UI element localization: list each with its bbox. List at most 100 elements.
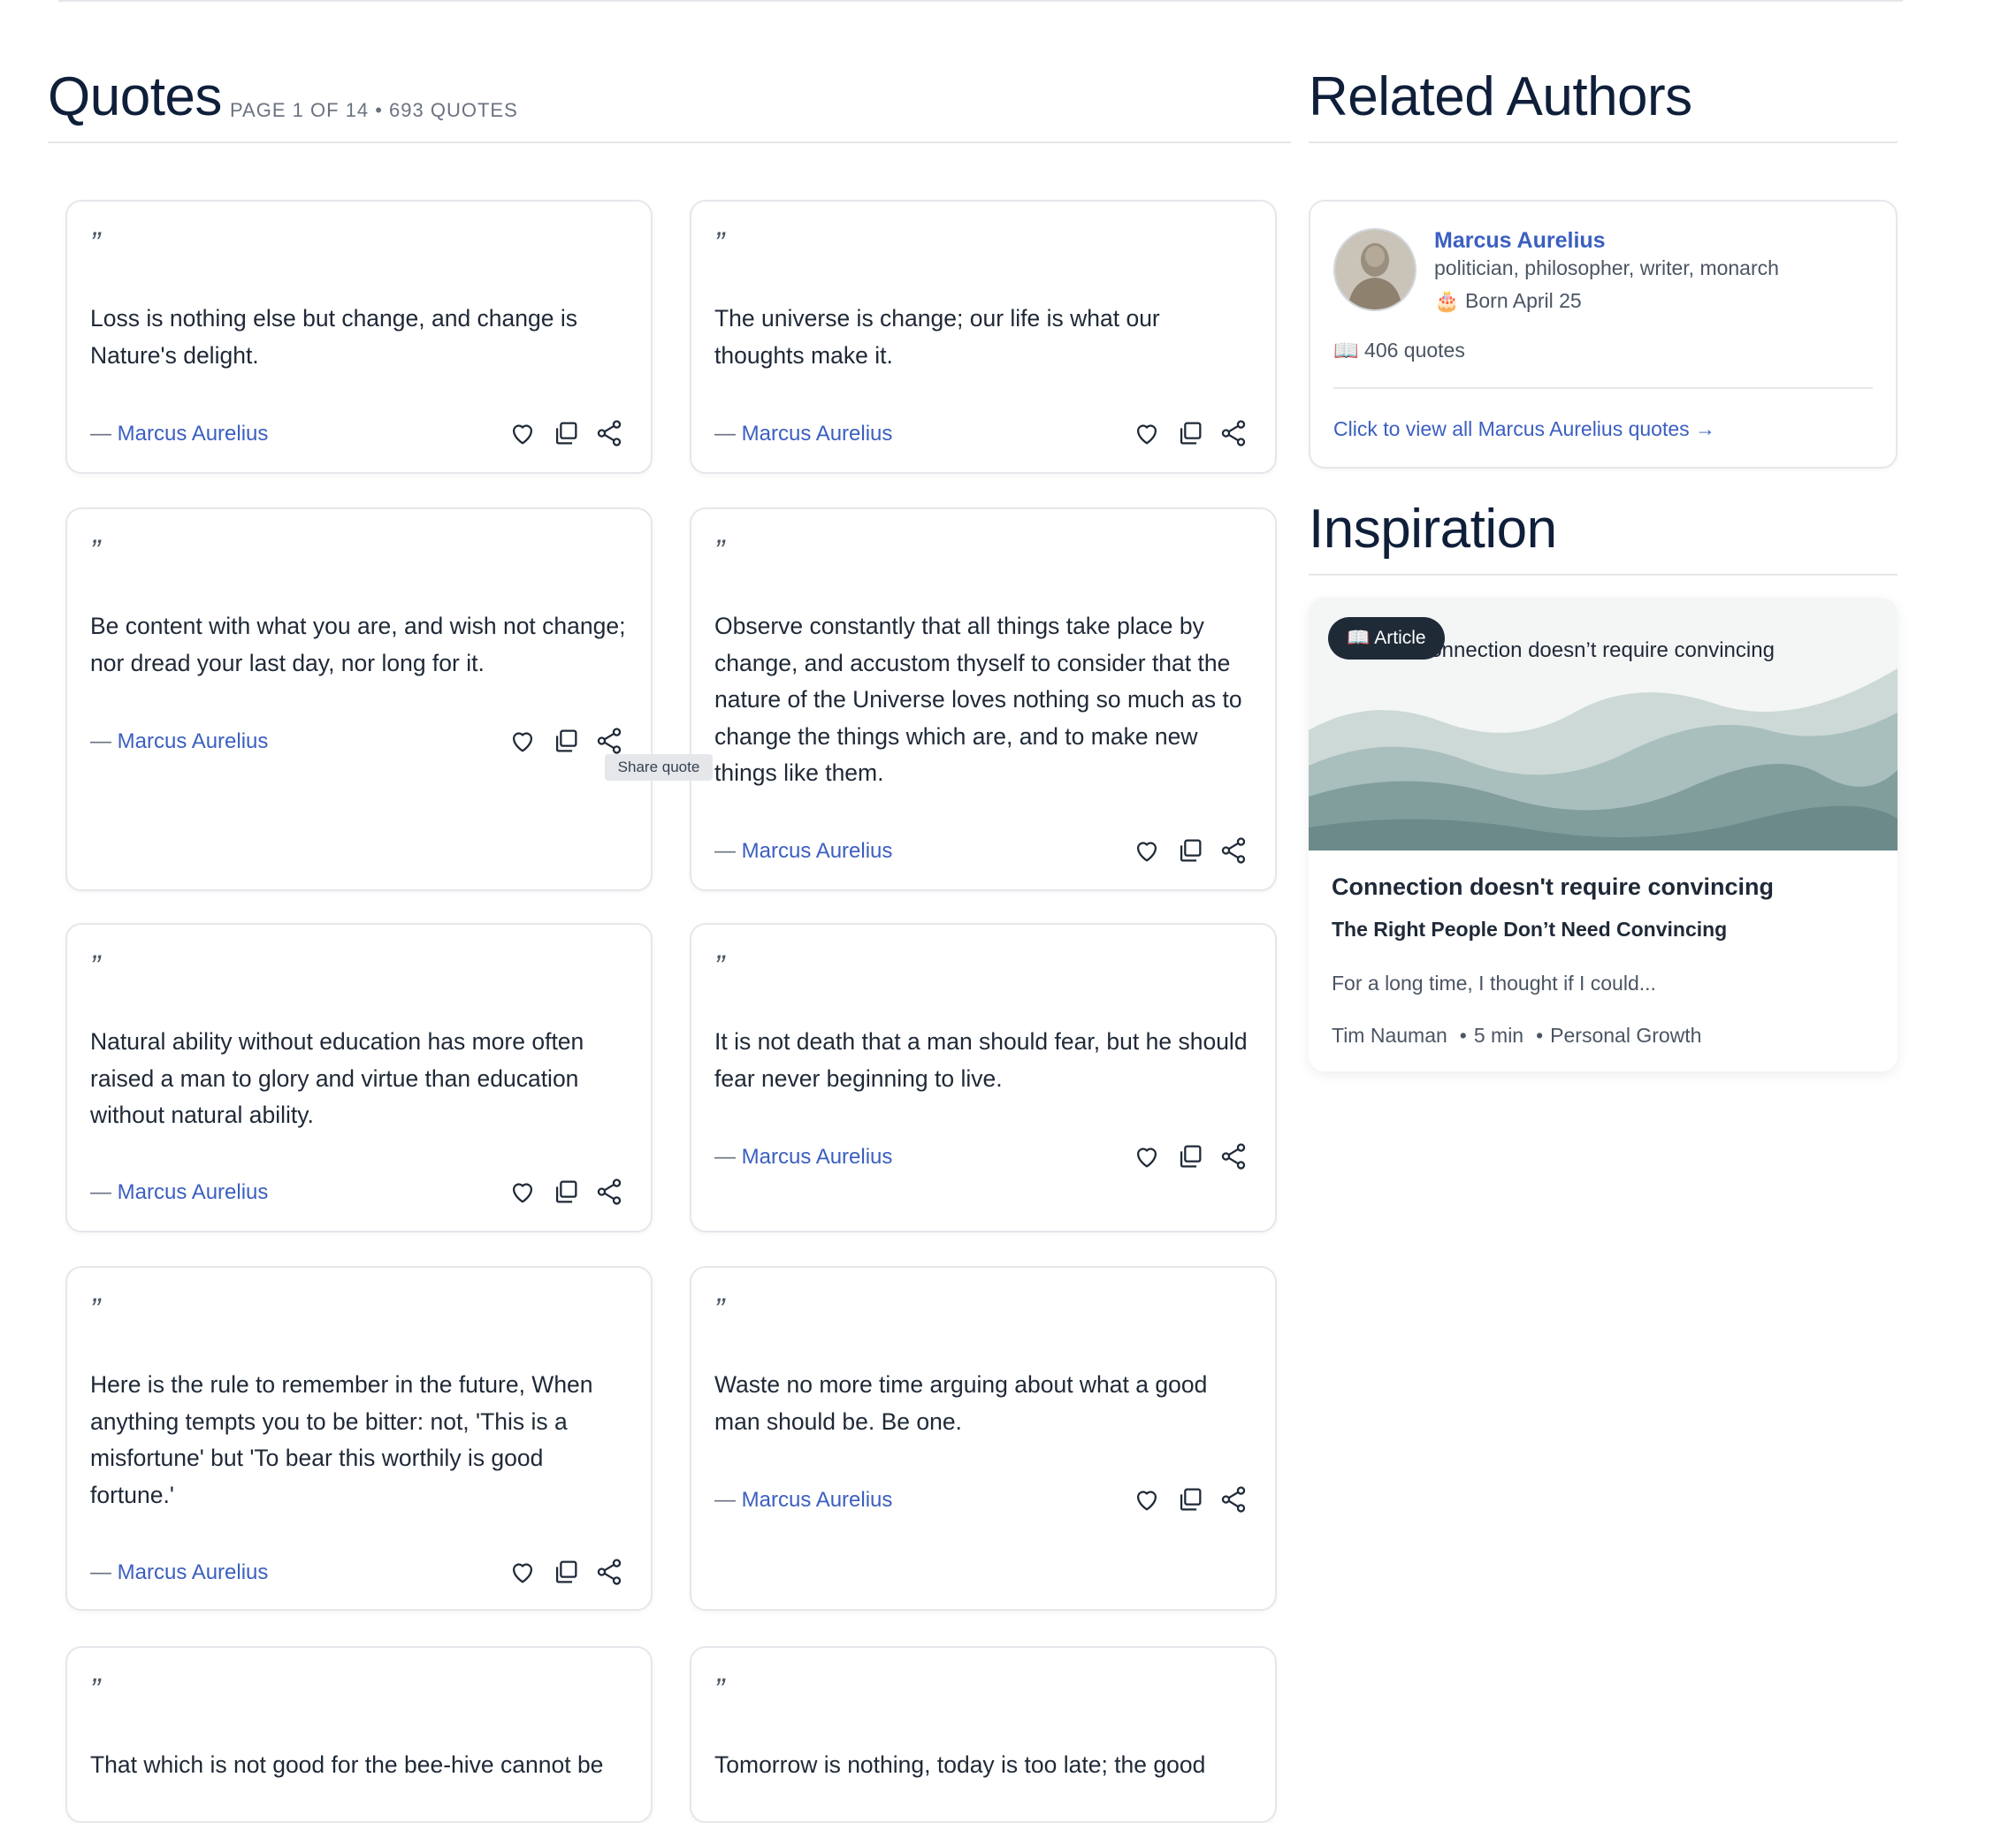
quote-mark-icon: ”	[714, 950, 725, 983]
quote-author-link[interactable]: — Marcus Aurelius	[90, 1560, 268, 1585]
article-excerpt: For a long time, I thought if I could...	[1332, 972, 1656, 995]
quote-text: Here is the rule to remember in the futu…	[90, 1371, 593, 1508]
quote-footer: — Marcus Aurelius	[714, 1483, 1252, 1518]
quote-author-link[interactable]: — Marcus Aurelius	[90, 729, 268, 754]
quote-footer: — Marcus Aurelius	[90, 1555, 628, 1590]
quote-mark-icon: ”	[90, 1673, 101, 1706]
quote-footer: — Marcus Aurelius	[90, 416, 628, 452]
copy-button[interactable]	[1175, 418, 1205, 448]
article-card[interactable]: Connection doesn’t require convincing 📖 …	[1309, 598, 1898, 1072]
share-button[interactable]	[594, 418, 624, 448]
quote-text: Be content with what you are, and wish n…	[90, 613, 626, 676]
quote-author-link[interactable]: — Marcus Aurelius	[90, 1180, 268, 1205]
quote-footer: — Marcus Aurelius	[714, 416, 1252, 452]
quote-text: The universe is change; our life is what…	[714, 305, 1160, 369]
quote-mark-icon: ”	[90, 226, 101, 260]
copy-button[interactable]	[1175, 1484, 1205, 1514]
quote-actions	[1128, 416, 1252, 452]
quote-author-link[interactable]: — Marcus Aurelius	[90, 422, 268, 446]
quote-actions	[504, 1555, 628, 1590]
related-author-name-link[interactable]: Marcus Aurelius	[1434, 228, 1606, 254]
share-icon	[594, 1178, 624, 1210]
share-icon	[1218, 420, 1249, 452]
quote-footer: — Marcus Aurelius	[714, 1140, 1252, 1175]
quote-mark-icon: ”	[714, 534, 725, 568]
like-button[interactable]	[508, 726, 538, 756]
share-button[interactable]	[594, 726, 624, 756]
meta-dot: •	[1536, 1024, 1544, 1047]
inspiration-title: Inspiration	[1309, 499, 1557, 560]
quote-author-name: Marcus Aurelius	[741, 1145, 893, 1169]
quote-actions	[504, 1175, 628, 1210]
meta-dot: •	[1459, 1024, 1467, 1047]
like-button[interactable]	[508, 418, 538, 448]
heart-icon	[508, 732, 538, 759]
copy-button[interactable]	[1175, 835, 1205, 866]
copy-button[interactable]	[551, 418, 581, 448]
share-button[interactable]	[1218, 1141, 1249, 1171]
quote-mark-icon: ”	[714, 226, 725, 260]
like-button[interactable]	[1132, 418, 1162, 448]
like-button[interactable]	[1132, 835, 1162, 866]
author-dash: —	[90, 1560, 118, 1584]
quote-author-name: Marcus Aurelius	[741, 1488, 893, 1512]
copy-button[interactable]	[1175, 1141, 1205, 1171]
quote-footer: — Marcus Aurelius	[714, 834, 1252, 869]
copy-button[interactable]	[551, 726, 581, 756]
share-button[interactable]	[594, 1177, 624, 1207]
quote-card: ” Waste no more time arguing about what …	[690, 1266, 1277, 1611]
author-dash: —	[714, 422, 742, 446]
article-author: Tim Nauman	[1332, 1024, 1447, 1047]
author-dash: —	[90, 422, 118, 446]
quote-author-link[interactable]: — Marcus Aurelius	[714, 839, 892, 864]
copy-icon	[1175, 422, 1205, 452]
heart-icon	[1132, 842, 1162, 869]
like-button[interactable]	[1132, 1484, 1162, 1514]
related-author-birthday: 🎂 Born April 25	[1434, 289, 1582, 312]
quote-actions	[1128, 834, 1252, 869]
share-button[interactable]	[1218, 418, 1249, 448]
divider	[1333, 387, 1873, 389]
quote-text: Waste no more time arguing about what a …	[714, 1371, 1208, 1435]
quote-actions	[1128, 1483, 1252, 1518]
related-authors-header: Related Authors	[1309, 65, 1898, 143]
article-title[interactable]: Connection doesn't require convincing	[1332, 873, 1774, 901]
quote-author-name: Marcus Aurelius	[117, 1560, 269, 1584]
like-button[interactable]	[508, 1557, 538, 1587]
quote-text: It is not death that a man should fear, …	[714, 1028, 1248, 1092]
quote-author-name: Marcus Aurelius	[117, 1180, 269, 1204]
quote-text: Loss is nothing else but change, and cha…	[90, 305, 578, 369]
copy-button[interactable]	[551, 1177, 581, 1207]
share-button[interactable]	[1218, 1484, 1249, 1514]
quote-mark-icon: ”	[714, 1673, 725, 1706]
quote-author-name: Marcus Aurelius	[741, 422, 893, 446]
quote-author-link[interactable]: — Marcus Aurelius	[714, 1145, 892, 1170]
quote-actions	[1128, 1140, 1252, 1175]
avatar[interactable]	[1333, 228, 1417, 311]
top-divider	[58, 0, 1903, 2]
quote-card: ” Tomorrow is nothing, today is too late…	[690, 1646, 1277, 1823]
quote-actions	[504, 416, 628, 452]
quote-text: Tomorrow is nothing, today is too late; …	[714, 1751, 1206, 1778]
related-author-card[interactable]: Marcus Aurelius politician, philosopher,…	[1309, 200, 1898, 469]
like-button[interactable]	[1132, 1141, 1162, 1171]
quote-author-name: Marcus Aurelius	[117, 729, 269, 753]
view-all-quotes-link[interactable]: Click to view all Marcus Aurelius quotes…	[1333, 417, 1715, 441]
article-badge: 📖 Article	[1328, 617, 1445, 660]
quote-mark-icon: ”	[90, 950, 101, 983]
share-button[interactable]	[594, 1557, 624, 1587]
quote-card: ” That which is not good for the bee-hiv…	[65, 1646, 653, 1823]
share-icon	[1218, 1486, 1249, 1518]
share-icon	[1218, 837, 1249, 869]
quote-author-link[interactable]: — Marcus Aurelius	[714, 1488, 892, 1513]
like-button[interactable]	[508, 1177, 538, 1207]
copy-icon	[551, 729, 581, 759]
heart-icon	[508, 424, 538, 452]
copy-button[interactable]	[551, 1557, 581, 1587]
quote-text: That which is not good for the bee-hive …	[90, 1751, 604, 1778]
share-button[interactable]	[1218, 835, 1249, 866]
article-meta: Tim Nauman • 5 min • Personal Growth	[1332, 1024, 1701, 1048]
quote-author-link[interactable]: — Marcus Aurelius	[714, 422, 892, 446]
quote-card: ” Here is the rule to remember in the fu…	[65, 1266, 653, 1611]
quote-card: ” Be content with what you are, and wish…	[65, 507, 653, 891]
